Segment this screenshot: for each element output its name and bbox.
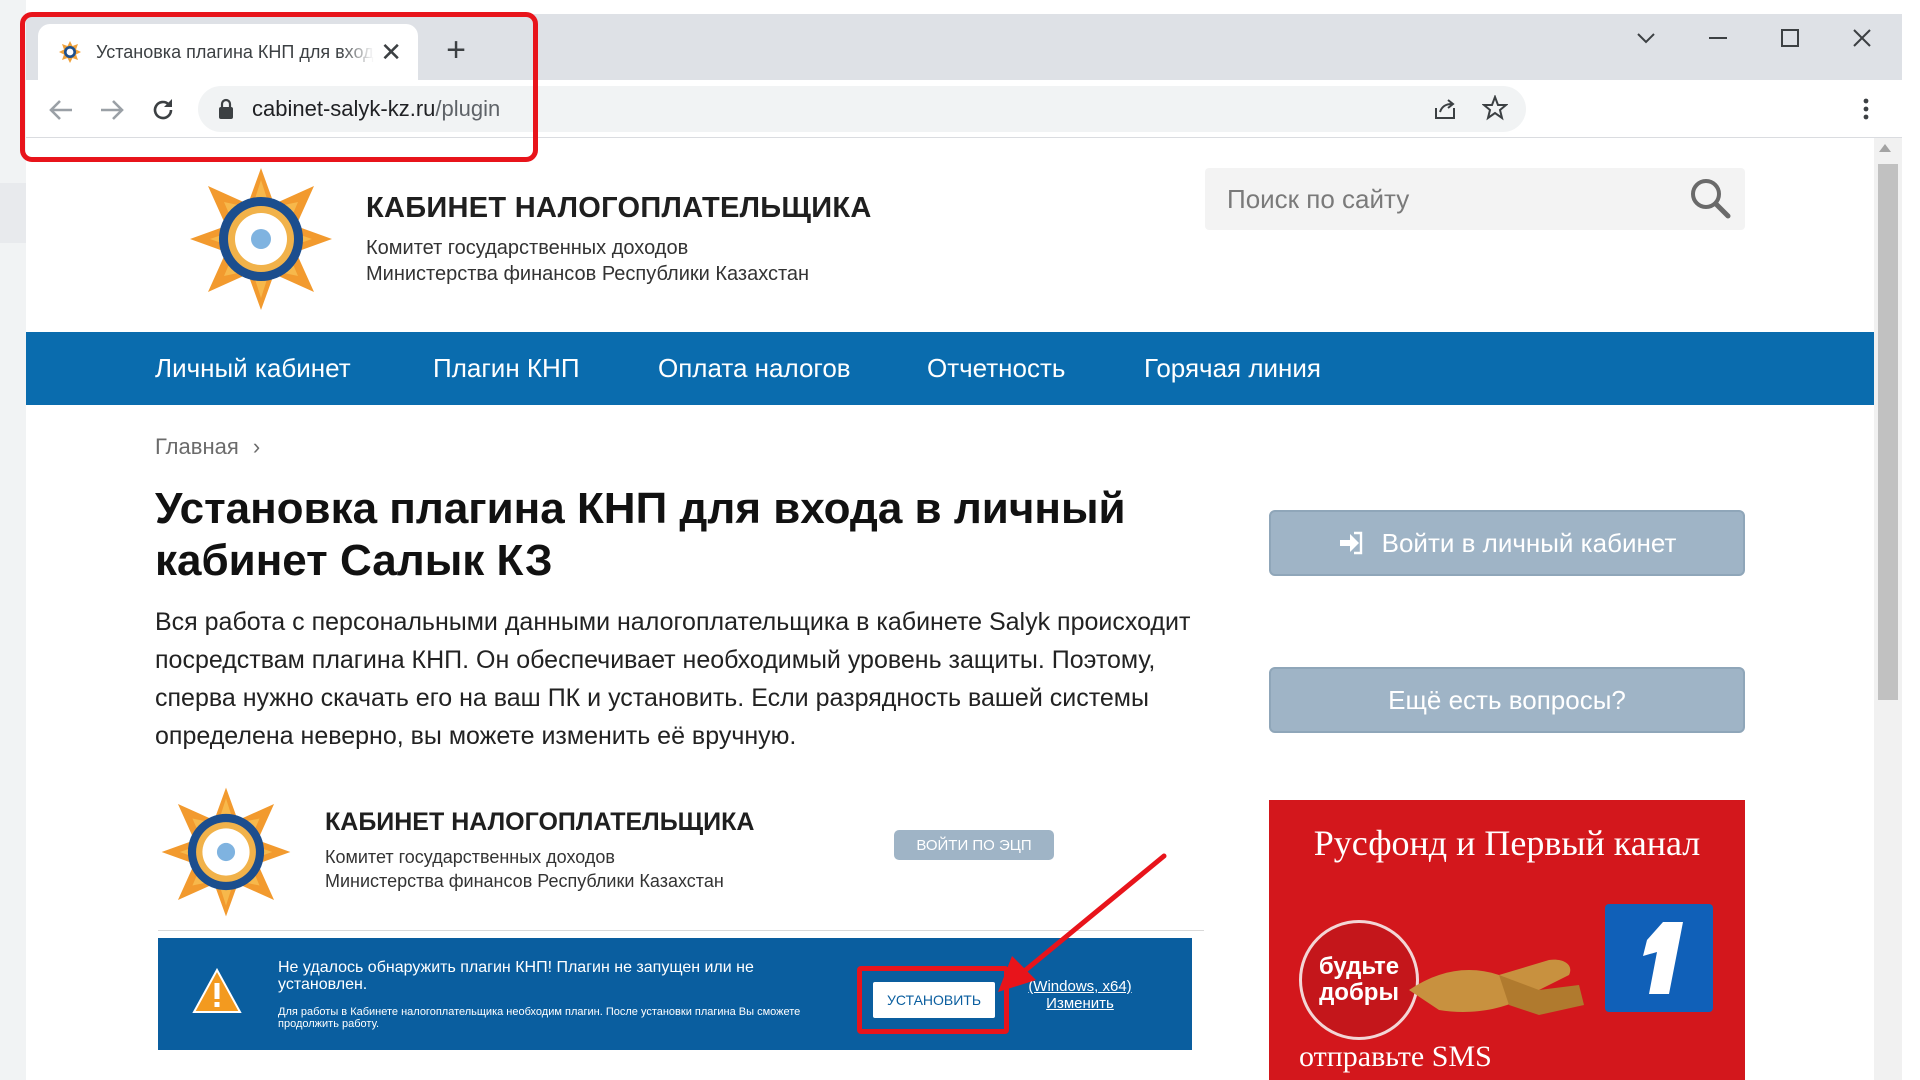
minimize-icon[interactable] [1696, 20, 1740, 56]
star-icon[interactable] [1481, 94, 1509, 126]
breadcrumb-home-link[interactable]: Главная [155, 434, 239, 459]
embedded-subtitle: Комитет государственных доходов Министер… [325, 847, 724, 891]
scrollbar-thumb[interactable] [1878, 164, 1898, 700]
nav-item-hotline[interactable]: Горячая линия [1144, 332, 1321, 405]
breadcrumb: Главная › [155, 434, 260, 460]
embedded-title: КАБИНЕТ НАЛОГОПЛАТЕЛЬЩИКА [325, 808, 755, 836]
site-subtitle: Комитет государственных доходов Министер… [366, 237, 810, 285]
install-button-highlight [857, 966, 1009, 1034]
search-placeholder: Поиск по сайту [1227, 183, 1410, 214]
search-icon[interactable] [1688, 176, 1732, 220]
nav-item-reporting[interactable]: Отчетность [927, 332, 1065, 405]
more-questions-label: Ещё есть вопросы? [1388, 684, 1626, 715]
nav-item-knp-plugin[interactable]: Плагин КНП [433, 332, 580, 405]
breadcrumb-separator: › [252, 434, 261, 459]
pointer-arrow-icon [998, 853, 1167, 992]
warning-icon [192, 968, 242, 1013]
scroll-up-arrow-icon[interactable] [1879, 144, 1891, 152]
share-icon[interactable] [1432, 96, 1458, 127]
intro-paragraph: Вся работа с персональными данными налог… [155, 608, 1191, 750]
background-window-edge [0, 0, 26, 1080]
handshake-icon [1409, 959, 1584, 1015]
banner-footer: отправьте SMS [1299, 1040, 1492, 1073]
ad-banner[interactable]: Русфонд и Первый канал будьте добры отпр… [1269, 800, 1745, 1080]
close-window-icon[interactable] [1840, 20, 1884, 56]
page-title: Установка плагина КНП для входа в личный… [155, 484, 1126, 585]
kebab-menu-icon[interactable] [1862, 97, 1870, 126]
embedded-logo [161, 787, 291, 917]
alert-message: Не удалось обнаружить плагин КНП! Плагин… [278, 959, 754, 993]
alert-note: Для работы в Кабинете налогоплательщика … [278, 1006, 801, 1030]
login-cabinet-label: Войти в личный кабинет [1381, 527, 1677, 558]
banner-headline: Русфонд и Первый канал [1313, 823, 1701, 863]
more-questions-button[interactable]: Ещё есть вопросы? [1269, 667, 1745, 733]
site-logo[interactable] [186, 164, 336, 314]
tab-and-url-highlight [20, 12, 538, 162]
sign-in-icon [1339, 531, 1362, 555]
site-title[interactable]: КАБИНЕТ НАЛОГОПЛАТЕЛЬЩИКА [366, 192, 872, 225]
site-search-input[interactable]: Поиск по сайту [1205, 168, 1745, 230]
maximize-icon[interactable] [1768, 20, 1812, 56]
channel-one-logo-icon [1605, 904, 1713, 1012]
window-right-edge [1902, 0, 1920, 1080]
nav-item-personal-cabinet[interactable]: Личный кабинет [155, 332, 351, 405]
login-cabinet-button[interactable]: Войти в личный кабинет [1269, 510, 1745, 576]
tab-search-icon[interactable] [1624, 20, 1668, 56]
background-window-edge-detail [0, 183, 26, 243]
nav-item-tax-payment[interactable]: Оплата налогов [658, 332, 851, 405]
